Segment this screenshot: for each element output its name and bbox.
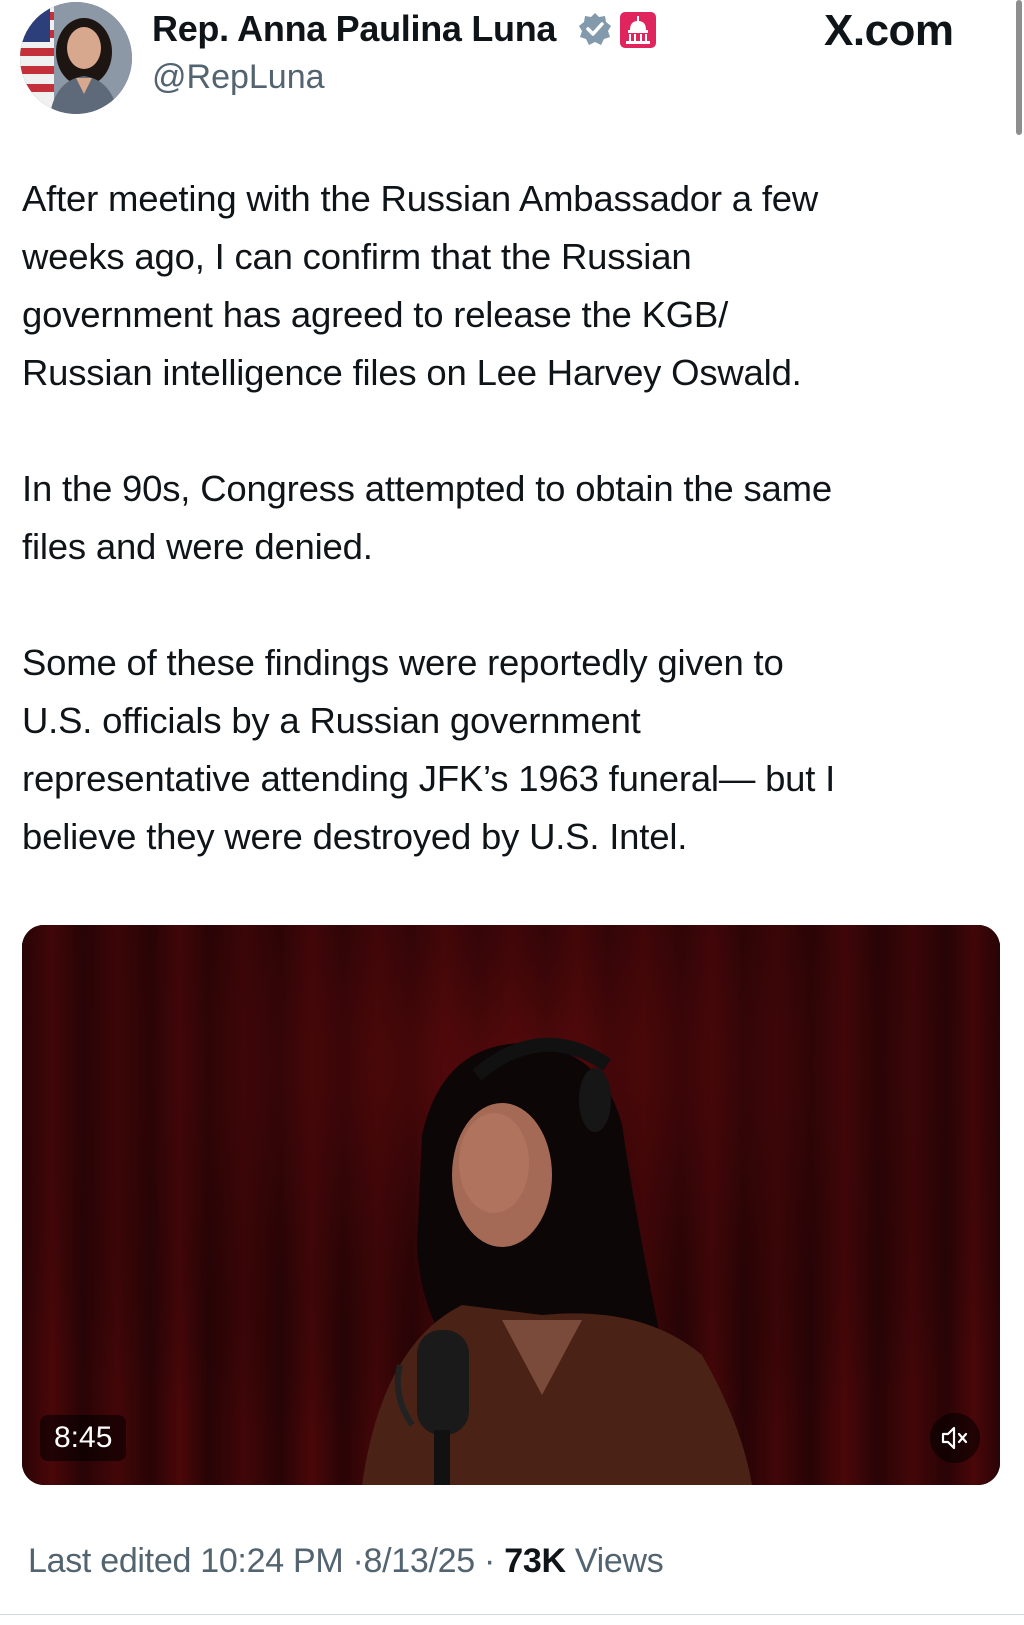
- flag-graphic: [20, 2, 54, 114]
- site-watermark: X.com: [824, 6, 954, 55]
- video-thumbnail: [22, 925, 1000, 1485]
- mute-toggle-button[interactable]: [930, 1413, 980, 1463]
- meta-separator: ·: [352, 1542, 364, 1580]
- video-player[interactable]: 8:45: [22, 925, 1000, 1485]
- edited-label[interactable]: Last edited: [28, 1542, 191, 1580]
- display-name[interactable]: Rep. Anna Paulina Luna: [152, 8, 556, 50]
- tweet-paragraph: In the 90s, Congress attempted to obtain…: [22, 468, 832, 567]
- us-capitol-badge-icon: [618, 10, 658, 50]
- post-time[interactable]: 10:24 PM: [200, 1542, 343, 1580]
- video-duration: 8:45: [40, 1415, 127, 1461]
- avatar[interactable]: [20, 2, 132, 114]
- scrollbar[interactable]: [1016, 0, 1022, 135]
- speaker-muted-icon: [940, 1425, 970, 1451]
- verified-badge-icon: [578, 12, 612, 46]
- tweet-paragraph: Some of these findings were reportedly g…: [22, 642, 836, 857]
- meta-separator: ·: [484, 1542, 496, 1580]
- views-label: Views: [574, 1542, 664, 1580]
- views-count: 73K: [504, 1542, 566, 1580]
- post-date[interactable]: 8/13/25: [364, 1542, 476, 1580]
- tweet-text: After meeting with the Russian Ambassado…: [22, 170, 1007, 866]
- user-handle[interactable]: @RepLuna: [152, 58, 325, 97]
- tweet-meta: Last edited 10:24 PM ·8/13/25 · 73K View…: [28, 1542, 664, 1581]
- divider: [0, 1614, 1024, 1615]
- tweet-paragraph: After meeting with the Russian Ambassado…: [22, 178, 819, 393]
